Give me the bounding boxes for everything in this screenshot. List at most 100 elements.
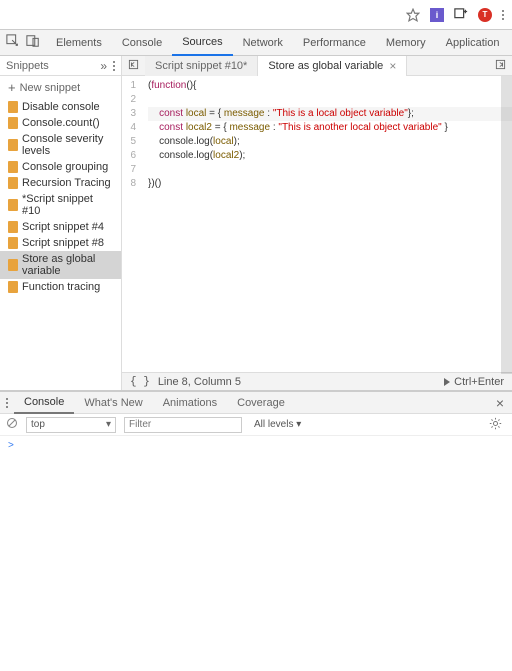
snippets-tab-label[interactable]: Snippets: [6, 60, 49, 72]
snippet-item[interactable]: Recursion Tracing: [0, 175, 121, 191]
console-settings-icon[interactable]: [485, 417, 506, 433]
code-line[interactable]: (function(){: [148, 79, 512, 93]
snippet-item[interactable]: Script snippet #4: [0, 219, 121, 235]
console-output[interactable]: >: [0, 436, 512, 666]
navigator-more-icon[interactable]: »: [100, 59, 107, 73]
snippet-label: Function tracing: [22, 281, 100, 293]
drawer-tab-animations[interactable]: Animations: [153, 392, 227, 414]
snippet-item[interactable]: *Script snippet #10: [0, 191, 121, 219]
snippet-label: Recursion Tracing: [22, 177, 111, 189]
snippet-file-icon: [8, 161, 18, 173]
extension-info-icon[interactable]: i: [430, 8, 444, 22]
code-editor[interactable]: 12345678 (function(){ const local = { me…: [122, 76, 512, 372]
devtools-tab-console[interactable]: Console: [112, 30, 172, 56]
line-gutter: 12345678: [122, 76, 140, 372]
code-body[interactable]: (function(){ const local = { message : "…: [140, 76, 512, 372]
snippet-item[interactable]: Console grouping: [0, 159, 121, 175]
editor-tabs: Script snippet #10*Store as global varia…: [122, 56, 512, 76]
drawer-tab-what-s-new[interactable]: What's New: [74, 392, 152, 414]
snippet-item[interactable]: Script snippet #8: [0, 235, 121, 251]
snippet-file-icon: [8, 259, 18, 271]
devtools-tab-elements[interactable]: Elements: [46, 30, 112, 56]
code-line[interactable]: console.log(local);: [148, 135, 512, 149]
code-line[interactable]: const local = { message : "This is a loc…: [148, 107, 512, 121]
device-toggle-icon[interactable]: [26, 34, 40, 51]
snippet-file-icon: [8, 237, 18, 249]
console-toolbar: top All levels ▾: [0, 414, 512, 436]
code-line[interactable]: console.log(local2);: [148, 149, 512, 163]
log-levels-selector[interactable]: All levels ▾: [250, 419, 305, 430]
snippet-label: Disable console: [22, 101, 100, 113]
run-snippet-button[interactable]: Ctrl+Enter: [444, 376, 504, 388]
line-number: 2: [122, 93, 136, 107]
line-number: 8: [122, 177, 136, 191]
play-icon: [444, 378, 450, 386]
snippet-label: Console severity levels: [22, 133, 113, 157]
snippet-label: Console grouping: [22, 161, 108, 173]
editor-tab-label: Store as global variable: [268, 60, 383, 72]
devtools-tab-performance[interactable]: Performance: [293, 30, 376, 56]
devtools-toolbar: ElementsConsoleSourcesNetworkPerformance…: [0, 30, 512, 56]
new-snippet-label: New snippet: [20, 82, 81, 94]
snippet-file-icon: [8, 221, 18, 233]
editor-tab[interactable]: Script snippet #10*: [145, 56, 258, 76]
editor-tab[interactable]: Store as global variable ×: [258, 56, 407, 76]
snippet-item[interactable]: Disable console: [0, 99, 121, 115]
sources-panel: Snippets » + New snippet Disable console…: [0, 56, 512, 390]
bookmark-star-icon[interactable]: [406, 8, 420, 22]
snippet-item[interactable]: Store as global variable: [0, 251, 121, 279]
drawer-menu-icon[interactable]: [0, 398, 14, 408]
code-line[interactable]: })(): [148, 177, 512, 191]
new-snippet-button[interactable]: + New snippet: [0, 76, 121, 99]
snippet-label: *Script snippet #10: [22, 193, 113, 217]
navigator-sidebar: Snippets » + New snippet Disable console…: [0, 56, 122, 390]
drawer-tabs: ConsoleWhat's NewAnimationsCoverage ×: [0, 392, 512, 414]
browser-bar: i T: [0, 0, 512, 30]
snippet-file-icon: [8, 177, 18, 189]
drawer-tab-coverage[interactable]: Coverage: [227, 392, 295, 414]
editor-status-bar: { } Line 8, Column 5 Ctrl+Enter: [122, 372, 512, 390]
snippet-item[interactable]: Console severity levels: [0, 131, 121, 159]
line-number: 4: [122, 121, 136, 135]
pretty-print-icon[interactable]: { }: [130, 376, 150, 388]
close-drawer-icon[interactable]: ×: [488, 395, 512, 411]
devtools-tab-network[interactable]: Network: [233, 30, 293, 56]
clear-console-icon[interactable]: [6, 417, 18, 432]
snippet-label: Script snippet #8: [22, 237, 104, 249]
execution-context-selector[interactable]: top: [26, 417, 116, 433]
devtools-tab-application[interactable]: Application: [436, 30, 510, 56]
editor-history-icon[interactable]: [122, 59, 145, 73]
line-number: 5: [122, 135, 136, 149]
run-shortcut-label: Ctrl+Enter: [454, 376, 504, 388]
navigator-header: Snippets »: [0, 56, 121, 76]
plus-icon: +: [8, 80, 16, 95]
line-number: 7: [122, 163, 136, 177]
snippet-file-icon: [8, 199, 18, 211]
devtools-tabs: ElementsConsoleSourcesNetworkPerformance…: [46, 30, 512, 56]
browser-menu-icon[interactable]: [502, 10, 504, 20]
code-line[interactable]: [148, 163, 512, 177]
snippet-file-icon: [8, 139, 18, 151]
console-prompt-icon: >: [8, 440, 14, 451]
snippet-item[interactable]: Function tracing: [0, 279, 121, 295]
cursor-position: Line 8, Column 5: [158, 376, 241, 388]
snippet-item[interactable]: Console.count(): [0, 115, 121, 131]
navigator-menu-icon[interactable]: [113, 61, 115, 71]
line-number: 1: [122, 79, 136, 93]
code-line[interactable]: [148, 93, 512, 107]
drawer-tab-console[interactable]: Console: [14, 392, 74, 414]
scrollbar-vertical[interactable]: [501, 76, 512, 374]
snippet-label: Console.count(): [22, 117, 100, 129]
editor-area: Script snippet #10*Store as global varia…: [122, 56, 512, 390]
code-line[interactable]: const local2 = { message : "This is anot…: [148, 121, 512, 135]
devtools-tab-memory[interactable]: Memory: [376, 30, 436, 56]
snippet-list: Disable console Console.count() Console se…: [0, 99, 121, 390]
inspect-element-icon[interactable]: [6, 34, 20, 51]
console-filter-input[interactable]: [124, 417, 242, 433]
extension-add-icon[interactable]: [454, 8, 468, 22]
extension-badge-icon[interactable]: T: [478, 8, 492, 22]
close-tab-icon[interactable]: ×: [389, 59, 396, 73]
devtools-tab-sources[interactable]: Sources: [172, 30, 232, 56]
context-label: top: [31, 419, 45, 430]
editor-more-icon[interactable]: [489, 59, 512, 73]
